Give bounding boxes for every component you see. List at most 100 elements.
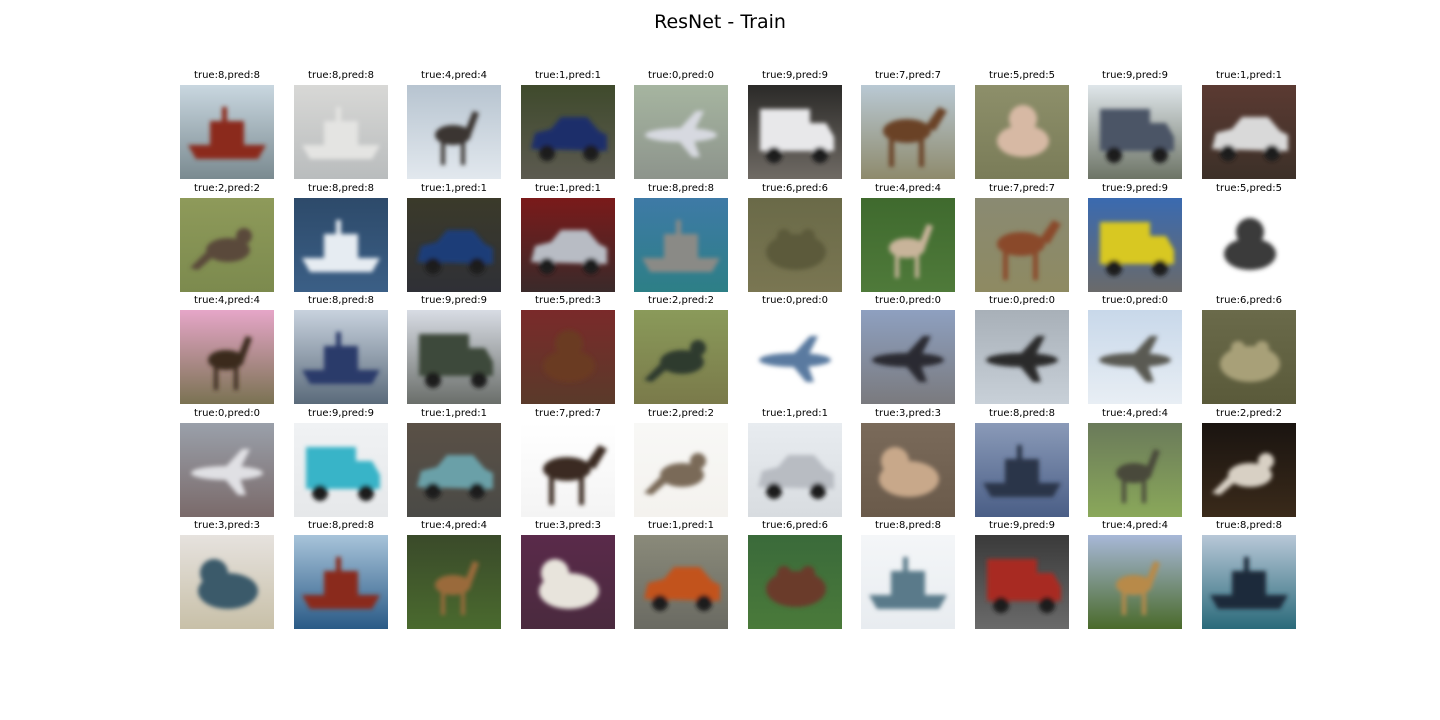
sample-thumbnail [748, 535, 842, 629]
ship-icon [634, 198, 728, 292]
airplane-icon [634, 85, 728, 179]
sample-thumbnail [521, 310, 615, 404]
sample-thumbnail [861, 423, 955, 517]
sample-thumbnail [1202, 310, 1296, 404]
cat-icon [521, 535, 615, 629]
cat-icon [180, 535, 274, 629]
dog-icon [1202, 198, 1296, 292]
airplane-icon [748, 310, 842, 404]
dog-icon [975, 85, 1069, 179]
dog-icon [521, 310, 615, 404]
sample-thumbnail [861, 198, 955, 292]
sample-thumbnail [748, 198, 842, 292]
horse-icon [521, 423, 615, 517]
sample-thumbnail [407, 535, 501, 629]
deer-icon [407, 85, 501, 179]
cat-icon [861, 423, 955, 517]
sample-thumbnail [180, 310, 274, 404]
deer-icon [1088, 423, 1182, 517]
truck-icon [975, 535, 1069, 629]
car-icon [748, 423, 842, 517]
ship-icon [294, 198, 388, 292]
sample-thumbnail [407, 310, 501, 404]
deer-icon [407, 535, 501, 629]
sample-thumbnail [1088, 535, 1182, 629]
sample-thumbnail [634, 310, 728, 404]
sample-label: true:5,pred:5 [1216, 183, 1282, 194]
sample-thumbnail [748, 85, 842, 179]
truck-icon [1088, 85, 1182, 179]
ship-icon [294, 310, 388, 404]
sample-thumbnail [975, 198, 1069, 292]
sample-thumbnail [975, 310, 1069, 404]
airplane-icon [1088, 310, 1182, 404]
sample-thumbnail [1202, 423, 1296, 517]
sample-thumbnail [180, 198, 274, 292]
sample-thumbnail [975, 423, 1069, 517]
frog-icon [748, 535, 842, 629]
sample-thumbnail [1088, 85, 1182, 179]
sample-thumbnail [1088, 198, 1182, 292]
sample-thumbnail [407, 198, 501, 292]
sample-thumbnail [975, 85, 1069, 179]
sample-thumbnail [180, 423, 274, 517]
sample-thumbnail [180, 85, 274, 179]
car-icon [634, 535, 728, 629]
sample-thumbnail [861, 535, 955, 629]
sample-thumbnail [975, 535, 1069, 629]
truck-icon [748, 85, 842, 179]
sample-thumbnail [1088, 423, 1182, 517]
airplane-icon [975, 310, 1069, 404]
sample-thumbnail [407, 85, 501, 179]
sample-thumbnail [521, 535, 615, 629]
sample-thumbnail [294, 85, 388, 179]
ship-icon [975, 423, 1069, 517]
bird-icon [1202, 423, 1296, 517]
sample-thumbnail [1088, 310, 1182, 404]
sample-thumbnail [294, 423, 388, 517]
truck-icon [407, 310, 501, 404]
sample-label: true:8,pred:8 [1216, 520, 1282, 531]
sample-label: true:6,pred:6 [1216, 295, 1282, 306]
airplane-icon [180, 423, 274, 517]
bird-icon [180, 198, 274, 292]
sample-label: true:1,pred:1 [1216, 70, 1282, 81]
sample-thumbnail [294, 198, 388, 292]
sample-thumbnail [634, 198, 728, 292]
frog-icon [1202, 310, 1296, 404]
sample-thumbnail [521, 198, 615, 292]
figure-title: ResNet - Train [654, 11, 786, 33]
ship-icon [294, 535, 388, 629]
sample-thumbnail [748, 310, 842, 404]
sample-thumbnail [294, 310, 388, 404]
car-icon [521, 198, 615, 292]
ship-icon [1202, 535, 1296, 629]
truck-icon [294, 423, 388, 517]
ship-icon [180, 85, 274, 179]
sample-thumbnail [1202, 535, 1296, 629]
sample-thumbnail [180, 535, 274, 629]
horse-icon [975, 198, 1069, 292]
sample-label: true:2,pred:2 [1216, 408, 1282, 419]
car-icon [1202, 85, 1296, 179]
truck-icon [1088, 198, 1182, 292]
sample-thumbnail [521, 85, 615, 179]
sample-thumbnail [407, 423, 501, 517]
deer-icon [1088, 535, 1182, 629]
sample-thumbnail [1202, 198, 1296, 292]
sample-thumbnail [861, 310, 955, 404]
ship-icon [861, 535, 955, 629]
deer-icon [180, 310, 274, 404]
ship-icon [294, 85, 388, 179]
sample-thumbnail [634, 535, 728, 629]
car-icon [407, 198, 501, 292]
sample-thumbnail [634, 85, 728, 179]
frog-icon [748, 198, 842, 292]
sample-thumbnail [521, 423, 615, 517]
sample-thumbnail [294, 535, 388, 629]
bird-icon [634, 310, 728, 404]
car-icon [407, 423, 501, 517]
bird-icon [634, 423, 728, 517]
airplane-icon [861, 310, 955, 404]
horse-icon [861, 85, 955, 179]
